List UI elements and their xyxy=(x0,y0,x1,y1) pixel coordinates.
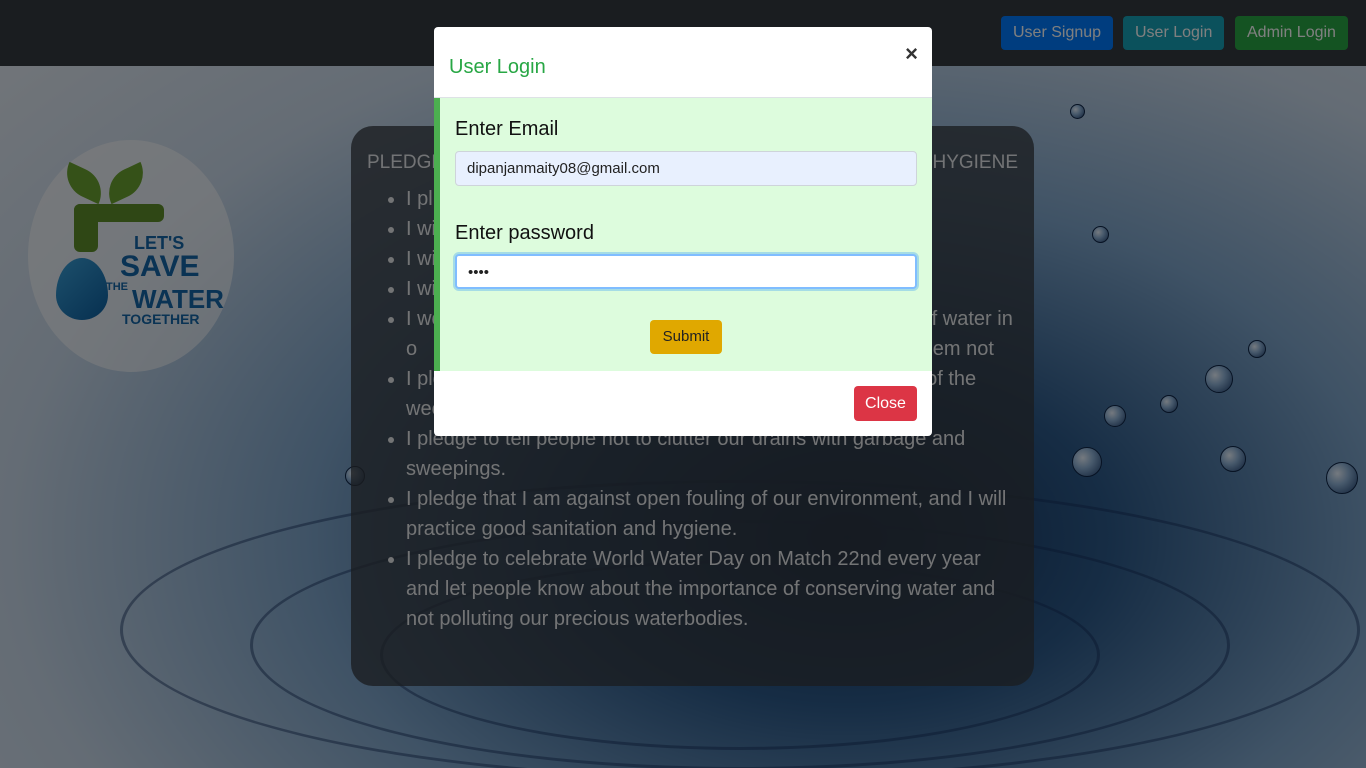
modal-header: User Login × xyxy=(434,27,932,98)
close-icon[interactable]: × xyxy=(905,41,918,67)
user-login-modal: User Login × Enter Email dipanjanmaity08… xyxy=(434,27,932,436)
email-field[interactable]: dipanjanmaity08@gmail.com xyxy=(455,151,917,186)
modal-title: User Login xyxy=(449,56,546,78)
password-field[interactable]: •••• xyxy=(455,254,917,289)
email-label: Enter Email xyxy=(455,118,559,140)
login-form: Enter Email dipanjanmaity08@gmail.com En… xyxy=(434,98,932,371)
submit-button[interactable]: Submit xyxy=(650,320,722,354)
modal-footer: Close xyxy=(434,371,932,436)
password-label: Enter password xyxy=(455,222,594,244)
close-button[interactable]: Close xyxy=(854,386,917,421)
